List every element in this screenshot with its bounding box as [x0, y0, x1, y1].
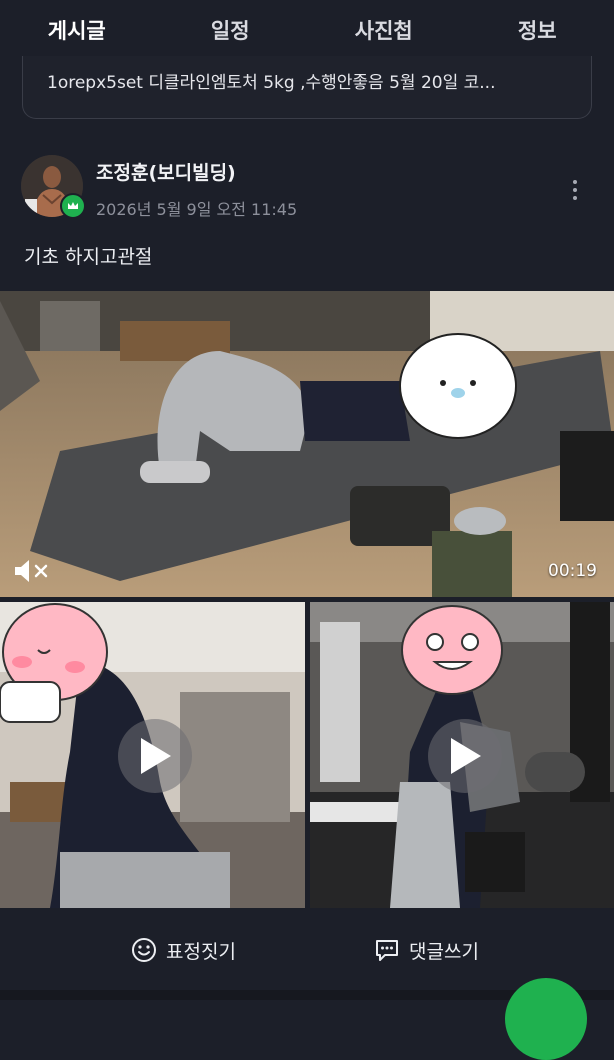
previous-post-card[interactable]: 1orepx5set 디클라인엠토처 5kg ,수행안좋음 5월 20일 코..… [22, 56, 592, 119]
post-actions: 표정짓기 댓글쓰기 [0, 912, 614, 992]
dot [573, 180, 577, 184]
tab-schedule[interactable]: 일정 [154, 0, 308, 60]
main-video[interactable] [0, 291, 614, 597]
video-duration: 00:19 [548, 561, 597, 581]
tab-album[interactable]: 사진첩 [307, 0, 461, 60]
speaker-muted-icon [15, 560, 29, 582]
play-button[interactable] [118, 719, 192, 793]
mute-toggle[interactable] [12, 556, 54, 586]
tab-label: 일정 [211, 15, 250, 45]
floating-action-button[interactable] [505, 978, 587, 1060]
post-timestamp: 2026년 5월 9일 오전 11:45 [96, 196, 297, 220]
smile-icon [130, 936, 158, 964]
reaction-button[interactable]: 표정짓기 [130, 936, 236, 964]
post-body-text: 기초 하지고관절 [24, 242, 152, 269]
more-options-button[interactable] [560, 170, 590, 210]
tab-posts[interactable]: 게시글 [0, 0, 154, 60]
reaction-label: 표정짓기 [166, 937, 236, 964]
post-author[interactable]: 조정훈(보디빌딩) [96, 158, 236, 185]
tab-label: 정보 [518, 15, 557, 45]
tab-label: 사진첩 [355, 15, 413, 45]
comment-icon [373, 936, 401, 964]
previous-post-text: 1orepx5set 디클라인엠토처 5kg ,수행안좋음 5월 20일 코..… [47, 68, 577, 93]
comment-label: 댓글쓰기 [409, 937, 479, 964]
tab-label: 게시글 [48, 15, 106, 45]
dot [573, 196, 577, 200]
play-icon [137, 736, 173, 776]
tab-bar: 게시글 일정 사진첩 정보 [0, 0, 614, 60]
play-button[interactable] [428, 719, 502, 793]
play-icon [447, 736, 483, 776]
comment-button[interactable]: 댓글쓰기 [373, 936, 479, 964]
dot [573, 188, 577, 192]
tab-info[interactable]: 정보 [461, 0, 614, 60]
crown-badge-icon [60, 193, 86, 219]
